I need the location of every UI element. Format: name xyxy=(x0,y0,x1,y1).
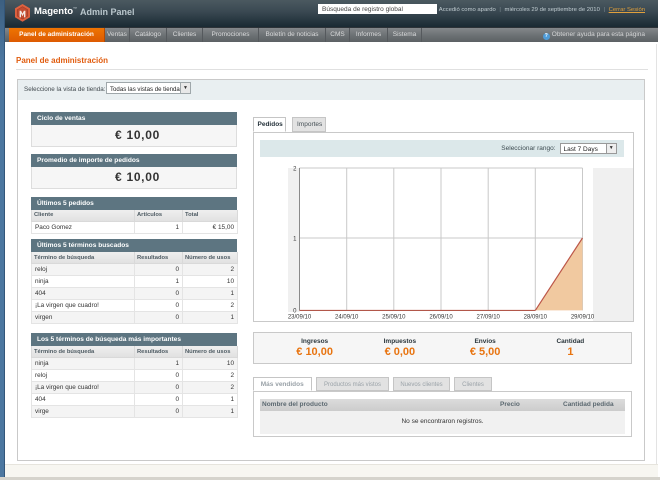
svg-text:25/09/10: 25/09/10 xyxy=(382,314,406,320)
svg-text:2: 2 xyxy=(293,166,297,172)
svg-text:26/09/10: 26/09/10 xyxy=(429,314,453,320)
svg-text:1: 1 xyxy=(293,236,297,242)
svg-text:28/09/10: 28/09/10 xyxy=(523,314,547,320)
svg-text:24/09/10: 24/09/10 xyxy=(335,314,359,320)
svg-text:29/09/10: 29/09/10 xyxy=(570,314,594,320)
svg-text:23/09/10: 23/09/10 xyxy=(287,314,311,320)
svg-text:27/09/10: 27/09/10 xyxy=(476,314,500,320)
